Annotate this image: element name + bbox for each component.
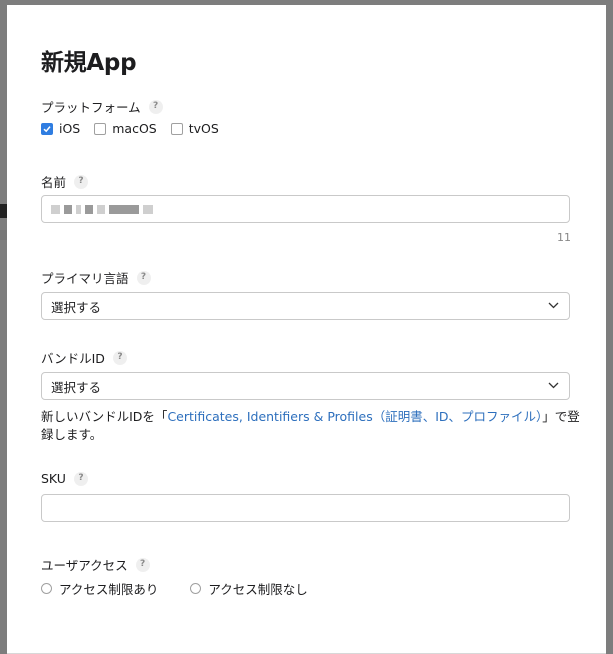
access-unrestricted-label: アクセス制限なし bbox=[208, 582, 308, 597]
primary-language-selected: 選択する bbox=[51, 299, 102, 315]
dialog-title: 新規App bbox=[41, 50, 137, 76]
primary-language-label: プライマリ言語 ? bbox=[41, 268, 151, 287]
primary-language-help-icon[interactable]: ? bbox=[136, 270, 151, 285]
name-char-count: 11 bbox=[557, 231, 571, 244]
macos-checkbox[interactable] bbox=[94, 122, 107, 135]
chevron-down-icon bbox=[548, 302, 559, 309]
platform-help-icon[interactable]: ? bbox=[148, 99, 163, 114]
bundle-id-select[interactable]: 選択する bbox=[41, 372, 570, 400]
bundle-id-selected: 選択する bbox=[51, 379, 102, 395]
bundle-id-label: バンドルID ? bbox=[41, 348, 127, 367]
access-unrestricted-option[interactable]: アクセス制限なし bbox=[190, 579, 308, 598]
user-access-label-text: ユーザアクセス bbox=[41, 558, 128, 573]
access-restricted-radio[interactable] bbox=[41, 583, 52, 594]
bundle-id-note-prefix: 新しいバンドルIDを「 bbox=[41, 409, 168, 424]
name-label-text: 名前 bbox=[41, 175, 67, 190]
macos-label: macOS bbox=[112, 121, 157, 136]
name-label: 名前 ? bbox=[41, 172, 89, 191]
name-input[interactable] bbox=[41, 195, 570, 223]
platform-tvos-option[interactable]: tvOS bbox=[170, 121, 219, 136]
sku-input[interactable] bbox=[41, 494, 570, 522]
primary-language-label-text: プライマリ言語 bbox=[41, 271, 129, 286]
bundle-id-note: 新しいバンドルIDを「Certificates, Identifiers & P… bbox=[41, 408, 581, 444]
checkmark-icon bbox=[43, 125, 51, 132]
ios-label: iOS bbox=[59, 121, 81, 136]
bundle-id-label-text: バンドルID bbox=[41, 351, 105, 366]
access-unrestricted-radio[interactable] bbox=[190, 583, 202, 594]
certificates-link[interactable]: Certificates, Identifiers & Profiles（証明書… bbox=[167, 409, 542, 424]
sku-help-icon[interactable]: ? bbox=[73, 471, 88, 486]
chevron-down-icon bbox=[548, 382, 559, 389]
name-help-icon[interactable]: ? bbox=[74, 174, 89, 189]
bundle-id-help-icon[interactable]: ? bbox=[112, 350, 127, 365]
tvos-label: tvOS bbox=[188, 121, 219, 136]
platform-ios-option[interactable]: iOS bbox=[41, 121, 80, 136]
access-restricted-option[interactable]: アクセス制限あり bbox=[41, 579, 158, 598]
ios-checkbox[interactable] bbox=[41, 122, 53, 135]
user-access-label: ユーザアクセス ? bbox=[41, 555, 150, 574]
access-restricted-label: アクセス制限あり bbox=[59, 582, 159, 597]
platform-label-text: プラットフォーム bbox=[41, 100, 141, 115]
tvos-checkbox[interactable] bbox=[170, 122, 183, 135]
platform-macos-option[interactable]: macOS bbox=[94, 121, 157, 136]
user-access-options: アクセス制限あり アクセス制限なし bbox=[41, 579, 308, 598]
sku-label: SKU ? bbox=[41, 471, 88, 486]
name-value-redacted bbox=[51, 202, 157, 217]
new-app-dialog: 新規App プラットフォーム ? iOS macOS tvOS 名前 ? 11 … bbox=[7, 5, 606, 654]
primary-language-select[interactable]: 選択する bbox=[41, 292, 570, 320]
platform-options: iOS macOS tvOS bbox=[41, 121, 219, 136]
user-access-help-icon[interactable]: ? bbox=[135, 557, 150, 572]
sku-label-text: SKU bbox=[41, 471, 66, 486]
platform-label: プラットフォーム ? bbox=[41, 97, 163, 116]
